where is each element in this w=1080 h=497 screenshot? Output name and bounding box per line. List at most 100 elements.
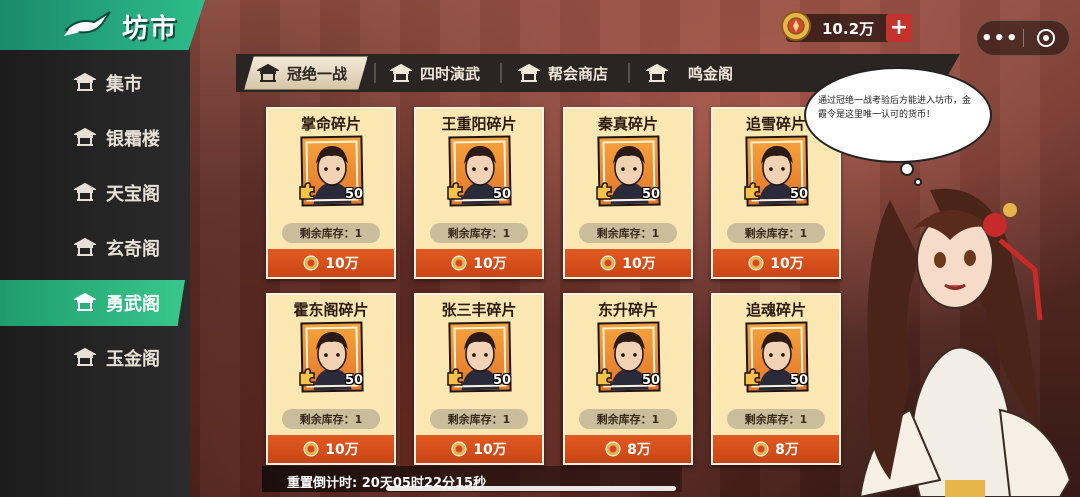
price-value: 10万 (770, 256, 804, 272)
sidebar-item-label: 玉金阁 (106, 349, 160, 370)
tab-label: 鸣金阁 (688, 64, 734, 83)
sidebar-item-label: 玄奇阁 (106, 239, 160, 260)
sidebar-item-yongwuge[interactable]: 勇武阁 (0, 280, 185, 326)
item-name: 东升碎片 (597, 301, 658, 319)
shop-item-card[interactable]: 掌命碎片 50 剩余库存：1 10万 (266, 107, 396, 279)
shop-item-card[interactable]: 张三丰碎片 50 剩余库存：1 10万 (414, 293, 544, 465)
price-value: 10万 (325, 442, 359, 458)
pavilion-icon (74, 237, 96, 256)
gold-token-icon (600, 255, 616, 271)
shop-item-card[interactable]: 秦真碎片 50 剩余库存：1 10万 (563, 107, 693, 279)
buy-price-button[interactable]: 10万 (268, 249, 394, 277)
fragment-quantity: 50 (345, 187, 364, 202)
item-name: 张三丰碎片 (441, 301, 517, 319)
gold-token-icon (605, 441, 621, 457)
gold-token-icon (451, 441, 467, 457)
pavilion-icon (518, 63, 540, 82)
npc-speech-text: 通过冠绝一战考验后方能进入坊市，金霞令是这里唯一认可的货币！ (818, 96, 972, 120)
gold-token-icon (303, 255, 319, 271)
buy-price-button[interactable]: 10万 (268, 435, 394, 463)
tab-label: 四时演武 (420, 64, 481, 83)
price-value: 10万 (622, 256, 656, 272)
tab-label: 帮会商店 (548, 64, 609, 83)
pavilion-icon (74, 347, 96, 366)
sidebar-item-yinshuanglou[interactable]: 银霜楼 (0, 115, 190, 161)
pavilion-icon (390, 63, 412, 82)
pavilion-icon (74, 292, 96, 311)
tab-divider (374, 63, 376, 83)
fragment-icon (744, 182, 760, 200)
price-value: 10万 (473, 442, 507, 458)
fragment-icon (596, 368, 612, 386)
price-value: 10万 (473, 256, 507, 272)
buy-price-button[interactable]: 8万 (565, 435, 691, 463)
gold-token-icon (753, 441, 769, 457)
stock-remaining: 剩余库存：1 (579, 409, 677, 429)
stock-remaining: 剩余库存：1 (430, 223, 528, 243)
stock-remaining: 剩余库存：1 (282, 409, 380, 429)
shop-item-card[interactable]: 东升碎片 50 剩余库存：1 8万 (563, 293, 693, 465)
item-name: 霍东阁碎片 (293, 301, 369, 319)
tab-guanjueyizhan[interactable]: 冠绝一战 (244, 56, 368, 90)
tab-divider (628, 63, 630, 83)
thought-dot (914, 178, 922, 186)
sidebar-item-jishi[interactable]: 集市 (0, 60, 190, 106)
buy-price-button[interactable]: 10万 (565, 249, 691, 277)
stock-remaining: 剩余库存：1 (430, 409, 528, 429)
sidebar-item-label: 集市 (106, 74, 142, 95)
stock-remaining: 剩余库存：1 (579, 223, 677, 243)
fragment-icon (299, 368, 315, 386)
tab-banghuishangdian[interactable]: 帮会商店 (518, 54, 608, 92)
swallow-logo-icon (64, 11, 111, 36)
fragment-quantity: 50 (642, 373, 661, 388)
shop-item-card[interactable]: 霍东阁碎片 50 剩余库存：1 10万 (266, 293, 396, 465)
fragment-icon (447, 368, 463, 386)
price-value: 8万 (627, 442, 651, 458)
tab-divider (500, 63, 502, 83)
more-menu-icon[interactable]: ••• (977, 28, 1023, 49)
buy-price-button[interactable]: 10万 (416, 435, 542, 463)
sidebar-item-tianbaoge[interactable]: 天宝阁 (0, 170, 190, 216)
price-value: 10万 (325, 256, 359, 272)
shop-item-card[interactable]: 王重阳碎片 50 剩余库存：1 10万 (414, 107, 544, 279)
item-name: 王重阳碎片 (441, 115, 517, 133)
gold-token-icon (781, 11, 811, 41)
pavilion-icon (257, 63, 279, 82)
currency-value: 10.2万 (822, 19, 875, 38)
fragment-icon (596, 182, 612, 200)
fragment-quantity: 50 (493, 373, 512, 388)
fragment-quantity: 50 (345, 373, 364, 388)
buy-price-button[interactable]: 10万 (416, 249, 542, 277)
gold-token-icon (451, 255, 467, 271)
fragment-icon (299, 182, 315, 200)
pavilion-icon (646, 63, 668, 82)
sidebar-item-yujinge[interactable]: 玉金阁 (0, 335, 190, 381)
item-name: 秦真碎片 (597, 115, 658, 133)
sidebar-item-label: 勇武阁 (106, 294, 160, 315)
shopkeeper-character (858, 188, 1072, 497)
gold-token-icon (748, 255, 764, 271)
price-value: 8万 (775, 442, 799, 458)
tab-label: 冠绝一战 (287, 64, 348, 83)
add-currency-button[interactable]: + (886, 14, 912, 42)
pavilion-icon (74, 127, 96, 146)
fragment-quantity: 50 (493, 187, 512, 202)
fragment-icon (744, 368, 760, 386)
gold-token-icon (303, 441, 319, 457)
sidebar-item-label: 银霜楼 (106, 129, 160, 150)
stock-remaining: 剩余库存：1 (282, 223, 380, 243)
tab-sishiyanwu[interactable]: 四时演武 (390, 54, 480, 92)
home-indicator (386, 486, 676, 491)
pavilion-icon (74, 72, 96, 91)
fragment-icon (447, 182, 463, 200)
pavilion-icon (74, 182, 96, 201)
sidebar-item-xuanqige[interactable]: 玄奇阁 (0, 225, 190, 271)
item-name: 掌命碎片 (300, 115, 361, 133)
fragment-quantity: 50 (642, 187, 661, 202)
miniprogram-capsule: ••• (976, 20, 1070, 56)
app-title: 坊市 (122, 14, 179, 44)
sidebar-item-label: 天宝阁 (106, 184, 160, 205)
close-miniprogram-icon[interactable] (1023, 28, 1069, 48)
thought-dot (900, 162, 914, 176)
tab-mingjinge[interactable]: 鸣金阁 (646, 54, 733, 92)
